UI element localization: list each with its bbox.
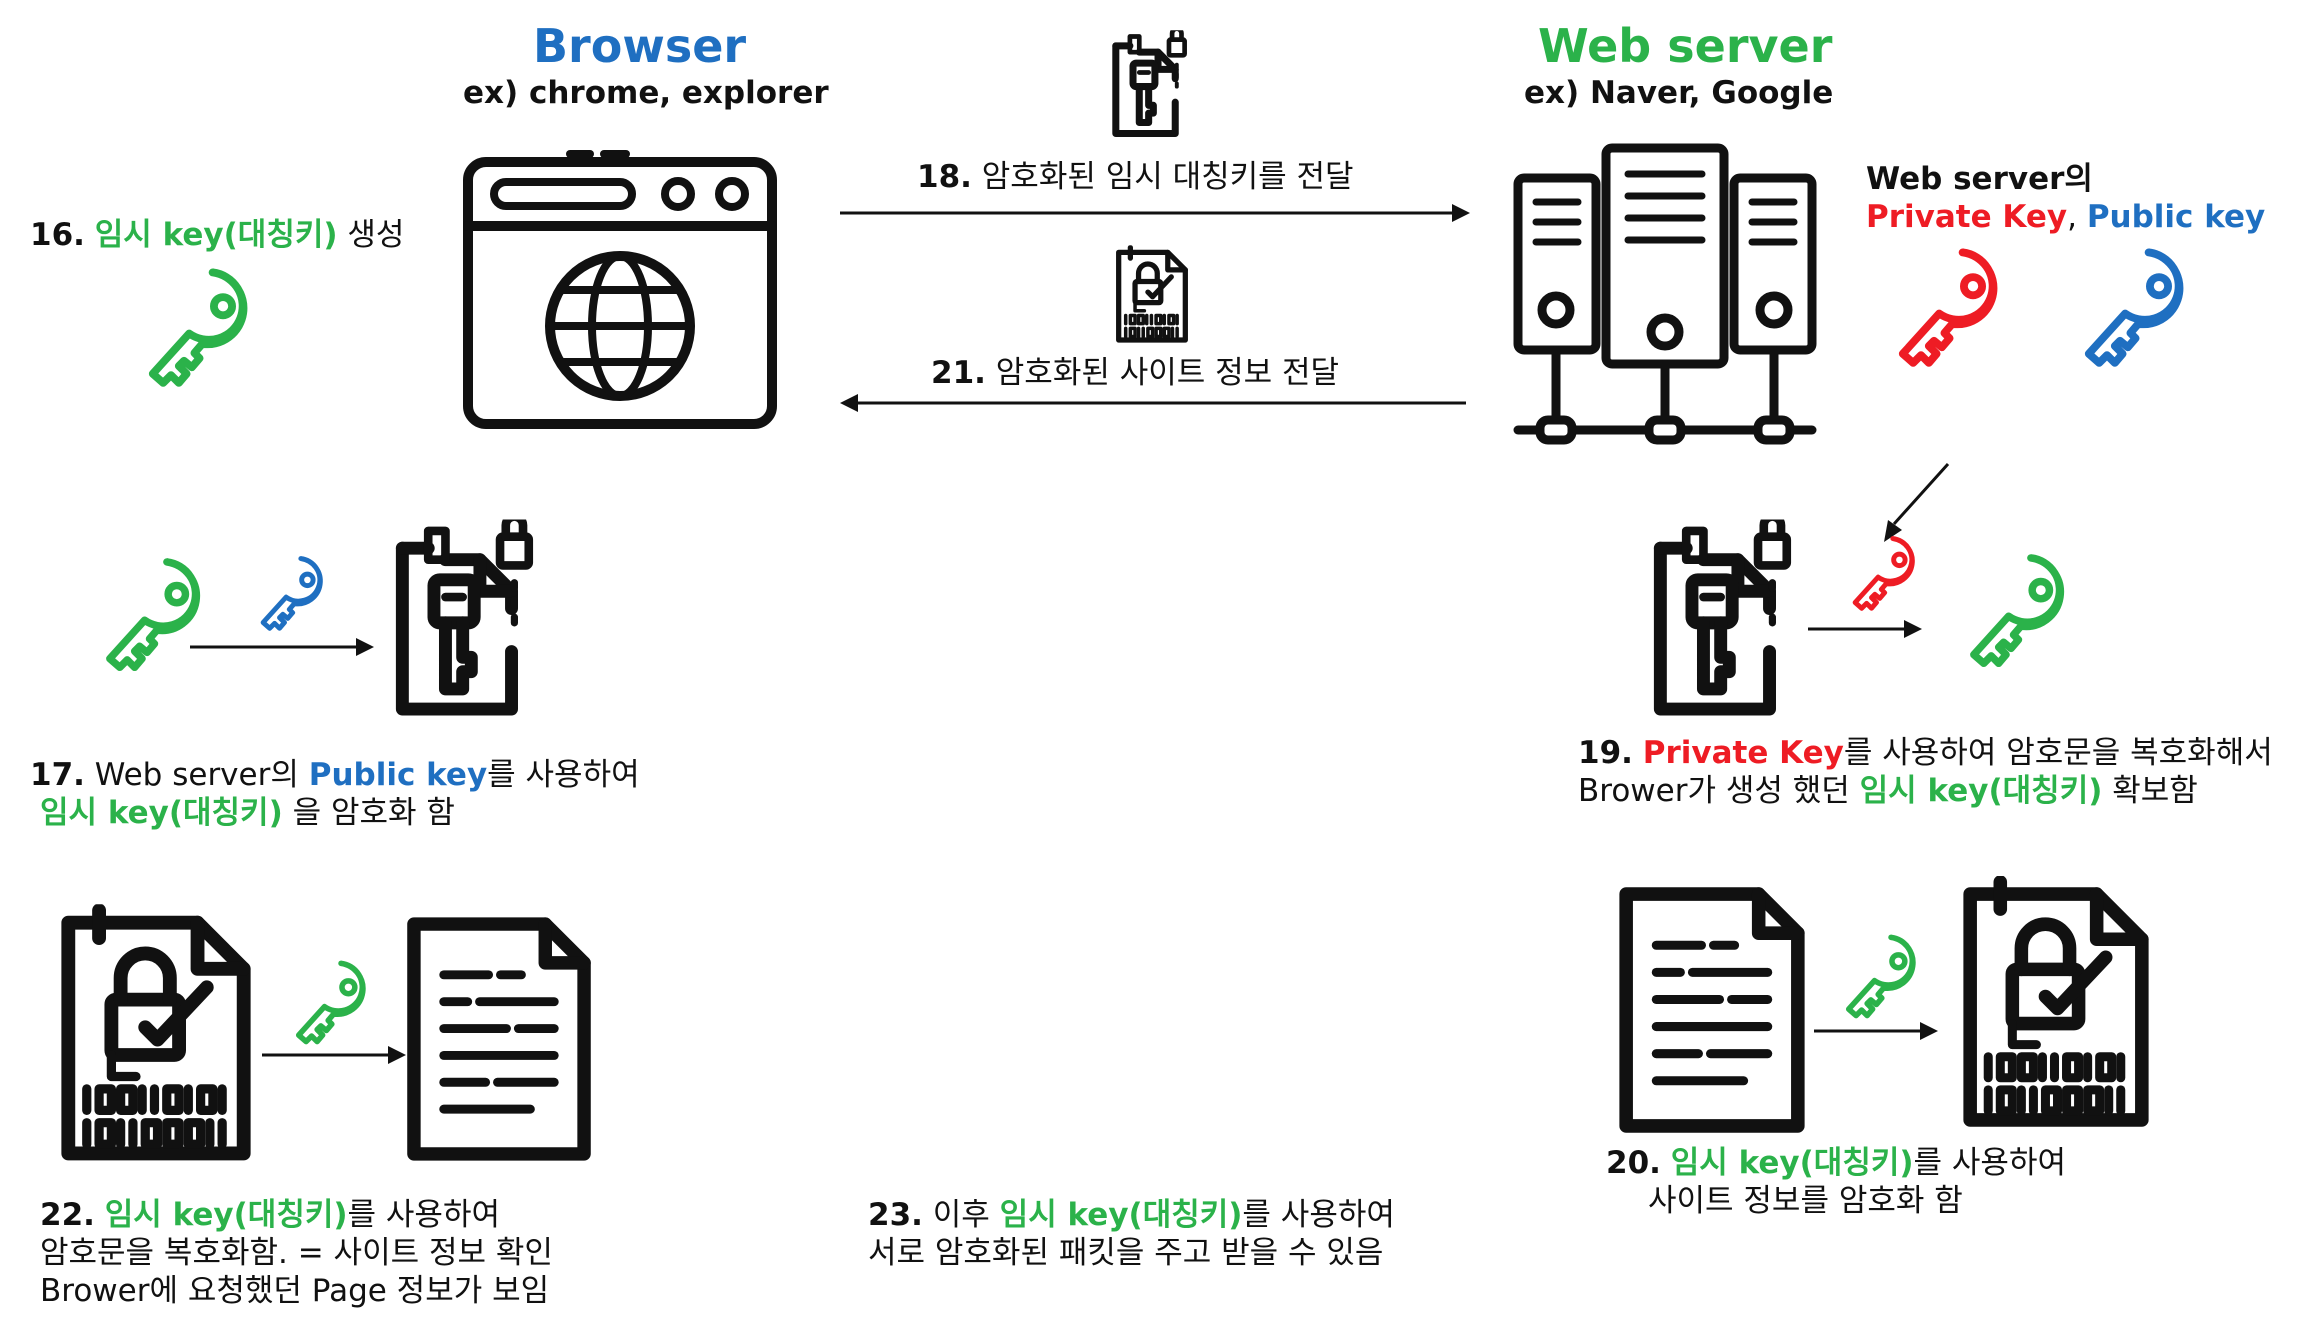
- step22-line3: Brower에 요청했던 Page 정보가 보임: [40, 1273, 550, 1309]
- locked-key-document-icon: [1108, 30, 1194, 140]
- arrow-21-left-icon: [840, 394, 1466, 412]
- red-private-key-icon: [1842, 532, 1924, 614]
- arrow-22-icon: [262, 1046, 406, 1064]
- server-subtitle: ex) Naver, Google: [1524, 75, 1834, 111]
- browser-window-icon: [463, 150, 777, 429]
- step19-line1: 19. Private Key를 사용하여 암호문을 복호화해서: [1578, 735, 2273, 771]
- arrow-18-right-icon: [840, 204, 1470, 222]
- blue-public-key-icon: [250, 552, 332, 634]
- green-key-icon: [132, 262, 262, 392]
- locked-key-document-icon: [1646, 518, 1804, 722]
- arrow-17-icon: [190, 638, 374, 656]
- encrypted-document-icon: [1958, 876, 2154, 1132]
- step22-line1: 22. 임시 key(대칭키)를 사용하여: [40, 1197, 500, 1233]
- encrypted-document-icon: [56, 904, 256, 1166]
- green-key-icon: [1954, 548, 2078, 672]
- step23-line2: 서로 암호화된 패킷을 주고 받을 수 있음: [868, 1235, 1384, 1271]
- step20-line2: 사이트 정보를 암호화 함: [1648, 1183, 1963, 1219]
- step17-line1: 17. Web server의 Public key를 사용하여: [30, 757, 640, 793]
- green-key-icon: [284, 956, 376, 1048]
- server-icon: [1513, 143, 1817, 445]
- server-keys-label: Web server의: [1866, 161, 2093, 197]
- locked-key-document-icon: [388, 518, 546, 722]
- browser-subtitle: ex) chrome, explorer: [463, 75, 829, 111]
- encrypted-document-icon: [1114, 245, 1190, 345]
- step21-label: 21. 암호화된 사이트 정보 전달: [931, 355, 1340, 391]
- step20-line1: 20. 임시 key(대칭키)를 사용하여: [1606, 1145, 2066, 1181]
- step22-line2: 암호문을 복호화함. = 사이트 정보 확인: [40, 1235, 553, 1271]
- browser-title: Browser: [533, 19, 747, 73]
- arrow-20-icon: [1814, 1022, 1938, 1040]
- step19-line2: Brower가 생성 했던 임시 key(대칭키) 확보함: [1578, 773, 2198, 809]
- text-document-icon: [1614, 882, 1810, 1138]
- green-key-icon: [1834, 930, 1926, 1022]
- step17-line2: 임시 key(대칭키) 을 암호화 함: [40, 795, 455, 831]
- step18-label: 18. 암호화된 임시 대칭키를 전달: [917, 159, 1354, 195]
- step23-line1: 23. 이후 임시 key(대칭키)를 사용하여: [868, 1197, 1395, 1233]
- step16-label: 16. 임시 key(대칭키) 생성: [30, 217, 405, 253]
- text-document-icon: [402, 912, 596, 1166]
- blue-public-key-icon: [2068, 242, 2198, 372]
- red-private-key-icon: [1882, 242, 2012, 372]
- server-keys-names: Private Key, Public key: [1866, 199, 2266, 235]
- arrow-19-icon: [1808, 620, 1922, 638]
- server-title: Web server: [1538, 19, 1833, 73]
